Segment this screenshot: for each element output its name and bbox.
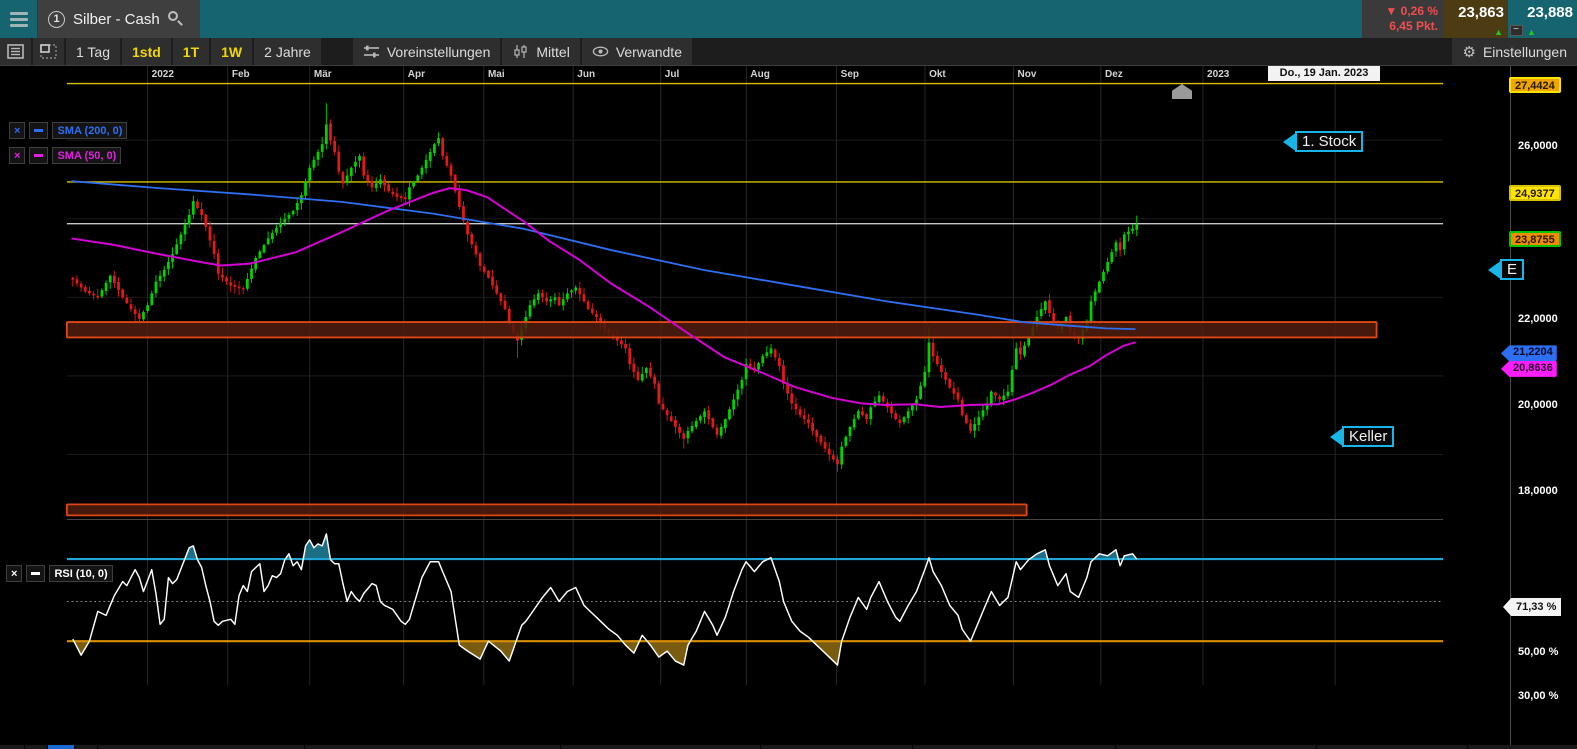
- search-icon[interactable]: [168, 11, 184, 27]
- floor-annotation[interactable]: 1. Stock: [1283, 131, 1363, 152]
- time-axis-label: Apr: [408, 69, 425, 80]
- legend-collapse-button[interactable]: [29, 122, 48, 139]
- price-axis[interactable]: 26,0000 22,0000 20,0000 18,0000 27,4424 24,93…: [1510, 66, 1577, 745]
- instrument-name: Silber - Cash: [73, 11, 160, 28]
- annotation-label: Keller: [1342, 426, 1394, 447]
- interval-1std-button[interactable]: 1std: [122, 38, 171, 65]
- time-axis-label: Sep: [841, 69, 859, 80]
- ask-price-box[interactable]: 23,888 ▲: [1524, 0, 1577, 38]
- floor-annotation[interactable]: E: [1488, 259, 1524, 280]
- timeframe-button[interactable]: 1 Tag: [66, 38, 120, 65]
- time-axis-label: Okt: [929, 69, 946, 80]
- bottom-tab-strip[interactable]: [0, 745, 1577, 749]
- ask-price: 23,888: [1524, 4, 1573, 21]
- list-icon: [7, 44, 24, 59]
- sliders-icon: [363, 44, 380, 59]
- legend-label[interactable]: SMA (50, 0): [52, 147, 121, 164]
- time-axis-label: Feb: [232, 69, 250, 80]
- change-points: 6,45 Pkt.: [1389, 19, 1438, 34]
- settings-label: Einstellungen: [1483, 44, 1567, 60]
- date-axis-tooltip: Do., 19 Jan. 2023: [1268, 66, 1380, 81]
- interval-1w-button[interactable]: 1W: [211, 38, 252, 65]
- legend-close-button[interactable]: ×: [9, 147, 25, 164]
- interval-1t-button[interactable]: 1T: [173, 38, 209, 65]
- presets-label: Voreinstellungen: [387, 44, 491, 60]
- topbar-spacer: [200, 0, 1362, 38]
- watchlist-button[interactable]: [0, 38, 31, 65]
- down-triangle-icon: ▼: [1385, 4, 1397, 18]
- time-axis-label: Nov: [1017, 69, 1036, 80]
- indicators-button[interactable]: Mittel: [502, 38, 579, 65]
- annotation-label: 1. Stock: [1295, 131, 1363, 152]
- top-bar: 1 Silber - Cash ▼ 0,26 % 6,45 Pkt. 23,86…: [0, 0, 1577, 38]
- related-button[interactable]: Verwandte: [582, 38, 692, 65]
- layout-grid-icon: [40, 44, 57, 59]
- price-level-badge[interactable]: 23,8755: [1509, 231, 1561, 247]
- price-axis-label: 22,0000: [1518, 313, 1558, 325]
- legend-collapse-button[interactable]: [29, 147, 48, 164]
- instrument-number-badge: 1: [48, 11, 65, 28]
- legend-sma200: × SMA (200, 0): [9, 122, 127, 139]
- legend-collapse-button[interactable]: [26, 565, 45, 582]
- rsi-axis-label: 50,00 %: [1518, 646, 1558, 658]
- legend-label[interactable]: RSI (10, 0): [49, 565, 112, 582]
- range-button[interactable]: 2 Jahre: [254, 38, 321, 65]
- menu-button[interactable]: [0, 0, 38, 38]
- price-level-badge[interactable]: 24,9377: [1509, 185, 1561, 201]
- timeframe-label: 1 Tag: [76, 44, 110, 60]
- time-axis-label: 2022: [152, 69, 175, 80]
- bid-price: 23,863: [1444, 4, 1504, 21]
- candlestick-chart-canvas[interactable]: 2022 Feb Mär Apr Mai Jun Jul Aug Sep Okt Nov Dez 202…: [0, 66, 1510, 745]
- bid-price-box[interactable]: 23,863 ▲: [1444, 0, 1508, 38]
- chart-toolbar: 1 Tag 1std 1T 1W 2 Jahre Voreinstellunge…: [0, 38, 1577, 66]
- time-axis-label: Mär: [314, 69, 332, 80]
- indicators-label: Mittel: [536, 44, 569, 60]
- presets-button[interactable]: Voreinstellungen: [353, 38, 501, 65]
- range-label: 2 Jahre: [264, 44, 311, 60]
- related-label: Verwandte: [616, 44, 682, 60]
- price-level-badge[interactable]: 21,2204: [1501, 345, 1557, 361]
- price-axis-label: 26,0000: [1518, 140, 1558, 152]
- eye-icon: [592, 44, 609, 59]
- collapse-quotes-button[interactable]: −: [1510, 25, 1523, 36]
- quote-collapse-wrap: −: [1508, 0, 1524, 38]
- bottom-active-tab[interactable]: [48, 745, 74, 749]
- legend-rsi: × RSI (10, 0): [6, 565, 113, 582]
- price-change-cell: ▼ 0,26 % 6,45 Pkt.: [1362, 0, 1444, 38]
- rsi-value-badge[interactable]: 71,33 %: [1503, 598, 1561, 616]
- candlestick-icon: [512, 44, 529, 59]
- legend-close-button[interactable]: ×: [6, 565, 22, 582]
- bid-up-arrow-icon: ▲: [1494, 27, 1503, 37]
- change-percent: 0,26 %: [1401, 4, 1438, 18]
- price-level-badge[interactable]: 20,8636: [1501, 361, 1557, 377]
- time-axis-label: 2023: [1207, 69, 1230, 80]
- annotation-label: E: [1500, 259, 1524, 280]
- chart-area[interactable]: 2022 Feb Mär Apr Mai Jun Jul Aug Sep Okt Nov Dez 202…: [0, 66, 1577, 745]
- price-axis-label: 18,0000: [1518, 485, 1558, 497]
- settings-button[interactable]: ⚙ Einstellungen: [1452, 38, 1577, 65]
- floor-annotation[interactable]: Keller: [1330, 426, 1394, 447]
- legend-label[interactable]: SMA (200, 0): [52, 122, 127, 139]
- legend-close-button[interactable]: ×: [9, 122, 25, 139]
- time-axis-label: Aug: [750, 69, 769, 80]
- instrument-selector[interactable]: 1 Silber - Cash: [38, 0, 200, 38]
- gear-icon: ⚙: [1462, 43, 1475, 61]
- time-axis-label: Jul: [665, 69, 680, 80]
- time-axis-label: Dez: [1105, 69, 1123, 80]
- rsi-axis-label: 30,00 %: [1518, 690, 1558, 702]
- time-axis-label: Jun: [577, 69, 595, 80]
- ask-up-arrow-icon: ▲: [1527, 27, 1536, 37]
- time-axis-label: Mai: [488, 69, 505, 80]
- price-axis-label: 20,0000: [1518, 399, 1558, 411]
- legend-sma50: × SMA (50, 0): [9, 147, 121, 164]
- price-level-badge[interactable]: 27,4424: [1509, 77, 1561, 93]
- layout-button[interactable]: [33, 38, 64, 65]
